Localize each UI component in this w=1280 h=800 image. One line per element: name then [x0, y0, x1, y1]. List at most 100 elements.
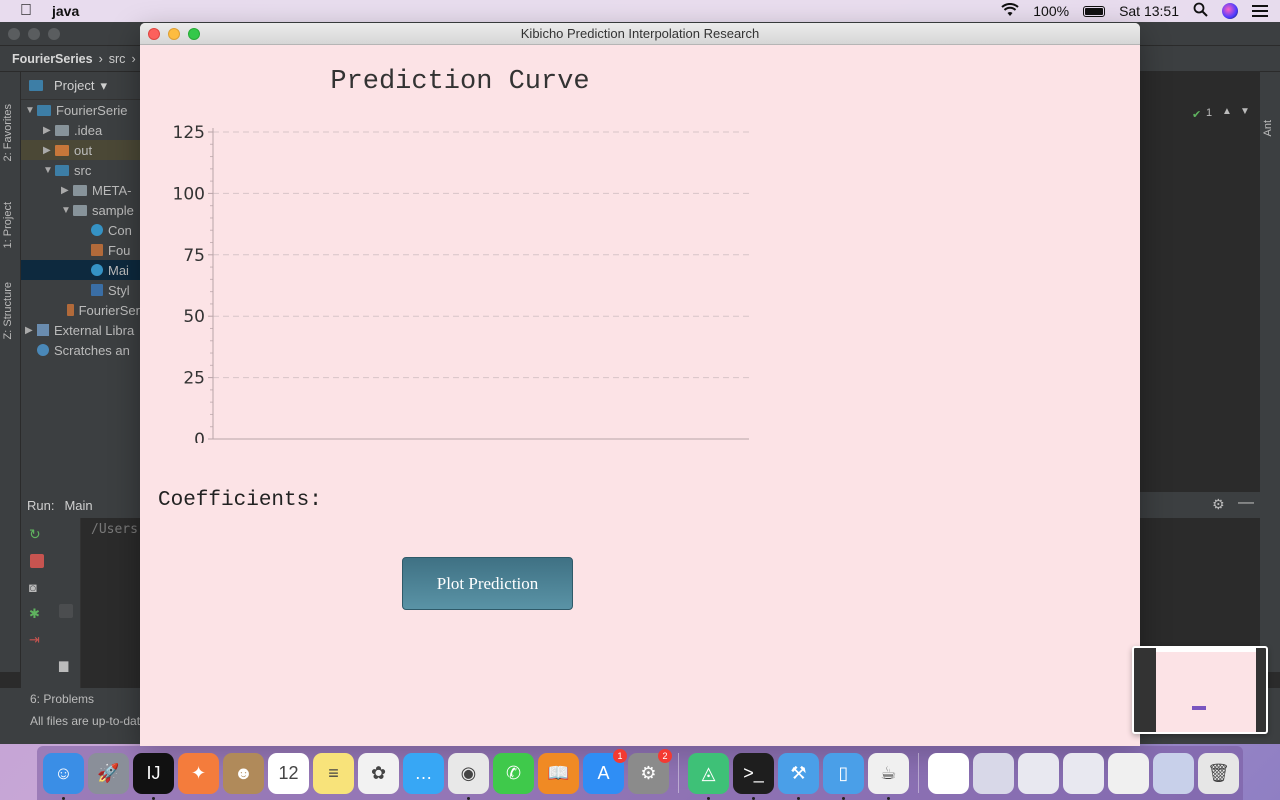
dock-android-studio-icon[interactable]: ◬ [688, 752, 729, 800]
dock-window-2-icon[interactable] [1018, 752, 1059, 794]
chevron-down-icon[interactable]: ▼ [1240, 106, 1250, 117]
chevron-right-icon: › [98, 51, 103, 66]
inspection-ok-icon[interactable]: ✔ [1192, 108, 1201, 121]
chevron-down-icon[interactable]: ▼ [43, 165, 55, 176]
dock-intellij-icon[interactable]: IJ [133, 752, 174, 800]
tree-item[interactable]: ▼ sample [21, 200, 140, 220]
chart-title: Prediction Curve [330, 67, 590, 97]
gear-icon[interactable]: ⚙ [1212, 496, 1225, 513]
dock-finder-icon[interactable]: ☺ [43, 752, 84, 800]
zoom-button[interactable] [188, 28, 200, 40]
clock[interactable]: Sat 13:51 [1119, 3, 1179, 19]
rerun-icon[interactable]: ↻ [29, 526, 43, 542]
run-tab-main[interactable]: Main [64, 498, 92, 513]
chevron-right-icon[interactable]: ▶ [43, 145, 55, 156]
dock-contacts-icon[interactable]: ☻ [223, 752, 264, 794]
menu-bar:  java 100% Sat 13:51 [0, 0, 1280, 22]
dock-document-icon[interactable] [928, 752, 969, 794]
notification-center-icon[interactable] [1252, 5, 1268, 17]
dock-app-store-icon[interactable]: A1 [583, 748, 627, 794]
dock-messages-icon[interactable]: … [403, 752, 444, 794]
project-panel-header[interactable]: Project ▾ [21, 72, 140, 100]
tree-item[interactable]: Fou [21, 240, 140, 260]
tree-item[interactable]: ▼ src [21, 160, 140, 180]
dock-calendar-icon[interactable]: 12 [268, 752, 309, 794]
dock-glyph: ✿ [370, 762, 387, 783]
exit-icon[interactable]: ⇥ [29, 632, 43, 647]
battery-icon[interactable] [1083, 5, 1106, 17]
chevron-down-icon[interactable]: ▼ [25, 105, 37, 116]
scroll-end-icon[interactable] [59, 604, 73, 618]
battery-percent[interactable]: 100% [1033, 3, 1069, 19]
tree-item[interactable]: Scratches an [21, 340, 140, 360]
running-indicator [887, 796, 890, 800]
dock-system-preferences-icon[interactable]: ⚙ 2 [628, 748, 672, 794]
plot-prediction-button[interactable]: Plot Prediction [402, 557, 573, 610]
dock-window-5-icon[interactable] [1153, 752, 1194, 794]
dock-simulator-icon[interactable]: ▯ [823, 752, 864, 800]
screenshot-thumbnail[interactable] [1132, 646, 1268, 734]
running-indicator [842, 796, 845, 800]
apple-menu-icon[interactable]:  [0, 2, 52, 20]
tree-item[interactable]: ▶ META- [21, 180, 140, 200]
project-tree: ▼ FourierSerie ▶ .idea ▶ out ▼ src ▶ META- ▼ sample… [21, 100, 140, 360]
tree-item[interactable]: Con [21, 220, 140, 240]
tree-item[interactable]: ▼ FourierSerie [21, 100, 140, 120]
stop-icon[interactable] [30, 554, 44, 568]
tab-problems[interactable]: 6: Problems [30, 692, 94, 706]
dock-launchpad-icon[interactable]: 🚀 [88, 752, 129, 794]
chevron-right-icon[interactable]: ▶ [25, 325, 37, 336]
dock-terminal-icon[interactable]: >_ [733, 752, 774, 800]
chevron-right-icon[interactable]: ▶ [61, 185, 73, 196]
tree-item[interactable]: ▶ .idea [21, 120, 140, 140]
tab-ant[interactable]: Ant [1262, 120, 1274, 137]
dock-trash-icon[interactable]: 🗑 [1198, 752, 1239, 794]
breadcrumb-src[interactable]: src [109, 52, 126, 66]
dock-java-icon[interactable]: ☕ [868, 752, 909, 800]
dock-swift-playgrounds-icon[interactable]: ✦ [178, 752, 219, 794]
siri-icon[interactable] [1222, 3, 1238, 19]
tab-favorites[interactable]: 2: Favorites [2, 104, 14, 161]
chevron-right-icon[interactable]: ▶ [43, 125, 55, 136]
dock-glyph: ☕ [880, 762, 897, 783]
minimize-icon[interactable]: — [1238, 494, 1254, 512]
window-titlebar[interactable]: Kibicho Prediction Interpolation Researc… [140, 23, 1140, 45]
folder-icon [73, 204, 87, 216]
spotlight-icon[interactable] [1193, 2, 1208, 20]
dock-notes-icon[interactable]: ≡ [313, 752, 354, 794]
close-button[interactable] [148, 28, 160, 40]
tree-item[interactable]: Styl [21, 280, 140, 300]
chevron-down-icon[interactable]: ▼ [61, 205, 73, 216]
dock-glyph: ☻ [234, 762, 253, 783]
dock-window-1-icon[interactable] [973, 752, 1014, 794]
console-output[interactable]: /Users [81, 518, 140, 688]
project-panel: Project ▾ ▼ FourierSerie ▶ .idea ▶ out ▼ src ▶ ME… [21, 72, 140, 492]
tree-item[interactable]: Mai [21, 260, 140, 280]
breadcrumb-project[interactable]: FourierSeries [12, 52, 93, 66]
dock-photos-icon[interactable]: ✿ [358, 752, 399, 794]
dock-books-icon[interactable]: 📖 [538, 752, 579, 794]
dock-window-4-icon[interactable] [1108, 752, 1149, 794]
debug-icon[interactable]: ✱ [29, 606, 43, 621]
tree-item[interactable]: ▶ External Libra [21, 320, 140, 340]
chevron-up-icon[interactable]: ▲ [1222, 106, 1232, 117]
right-tool-strip: Ant [1260, 72, 1280, 672]
app-menu-name[interactable]: java [52, 3, 79, 19]
running-indicator [62, 796, 65, 800]
wifi-icon[interactable] [1001, 2, 1019, 20]
tab-structure[interactable]: Z: Structure [2, 282, 14, 339]
dock-xcode-icon[interactable]: ⚒ [778, 752, 819, 800]
minimize-button[interactable] [168, 28, 180, 40]
dock-glyph: 12 [278, 762, 299, 783]
dock-facetime-icon[interactable]: ✆ [493, 752, 534, 794]
tree-item[interactable]: ▶ out [21, 140, 140, 160]
trash-icon[interactable]: ▆ [59, 658, 73, 672]
camera-icon[interactable]: ◙ [29, 580, 43, 595]
dock-window-3-icon[interactable] [1063, 752, 1104, 794]
notification-badge: 1 [613, 748, 627, 763]
tree-item[interactable]: FourierSer [21, 300, 140, 320]
dock-chrome-icon[interactable]: ◉ [448, 752, 489, 800]
tab-project[interactable]: 1: Project [2, 202, 14, 248]
tree-item-label: out [74, 142, 93, 158]
running-indicator [797, 796, 800, 800]
